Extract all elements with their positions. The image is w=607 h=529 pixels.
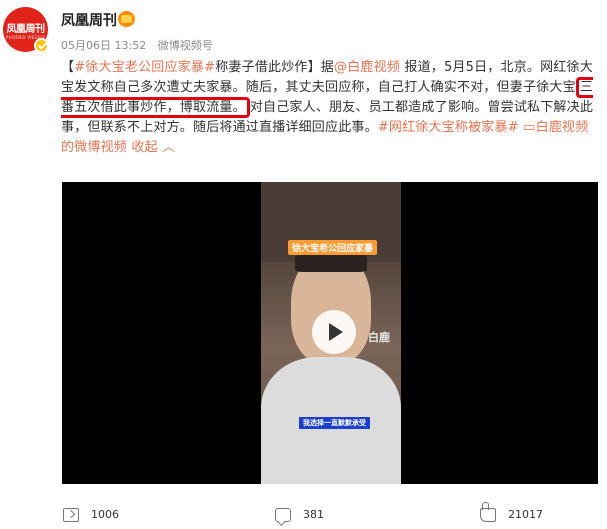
- post-source[interactable]: 微博视频号: [158, 39, 213, 52]
- avatar-logo-text: 凤凰周刊: [6, 24, 46, 35]
- hashtag-link[interactable]: #徐大宝老公回应家暴#: [74, 60, 215, 75]
- repost-count: 1006: [91, 508, 119, 521]
- comment-icon: [275, 508, 291, 522]
- like-count: 21017: [508, 508, 543, 521]
- post-meta: 05月06日 13:52 微博视频号: [61, 37, 217, 53]
- hashtag-link[interactable]: #网红徐大宝称被家暴#: [378, 120, 519, 135]
- like-button[interactable]: 21017: [480, 502, 560, 526]
- comment-count: 381: [303, 508, 324, 521]
- repost-button[interactable]: 1006: [63, 506, 133, 526]
- post-content: 【#徐大宝老公回应家暴#称妻子借此炒作】据@白鹿视频 报道，5月5日，北京。网红…: [61, 58, 601, 158]
- action-bar: 1006 381 21017: [0, 502, 607, 526]
- open-bracket: 【: [61, 60, 75, 75]
- comment-button[interactable]: 381: [275, 506, 345, 526]
- video-watermark: 白鹿: [368, 331, 390, 344]
- collapse-text: 收起: [127, 140, 158, 155]
- video-caption-bottom: 我选择一直默默承受: [299, 417, 370, 429]
- like-icon: [480, 502, 496, 522]
- verified-badge-icon: [34, 38, 49, 53]
- author-name[interactable]: 凤凰周刊: [61, 10, 117, 30]
- chevron-up-icon: ︿: [162, 140, 176, 155]
- post-timestamp[interactable]: 05月06日 13:52: [61, 39, 146, 52]
- video-caption-top: 徐大宝老公回应家暴: [288, 240, 378, 255]
- mention-link[interactable]: @白鹿视频: [334, 60, 400, 75]
- video-player[interactable]: 徐大宝老公回应家暴 我选择一直默默承受 白鹿: [62, 182, 598, 484]
- collapse-link[interactable]: 收起 ︿: [127, 140, 175, 155]
- play-icon[interactable]: [312, 310, 356, 354]
- member-badge-icon[interactable]: [118, 11, 135, 27]
- content-text: 称妻子借此炒作】据: [215, 60, 335, 75]
- repost-icon: [63, 508, 79, 522]
